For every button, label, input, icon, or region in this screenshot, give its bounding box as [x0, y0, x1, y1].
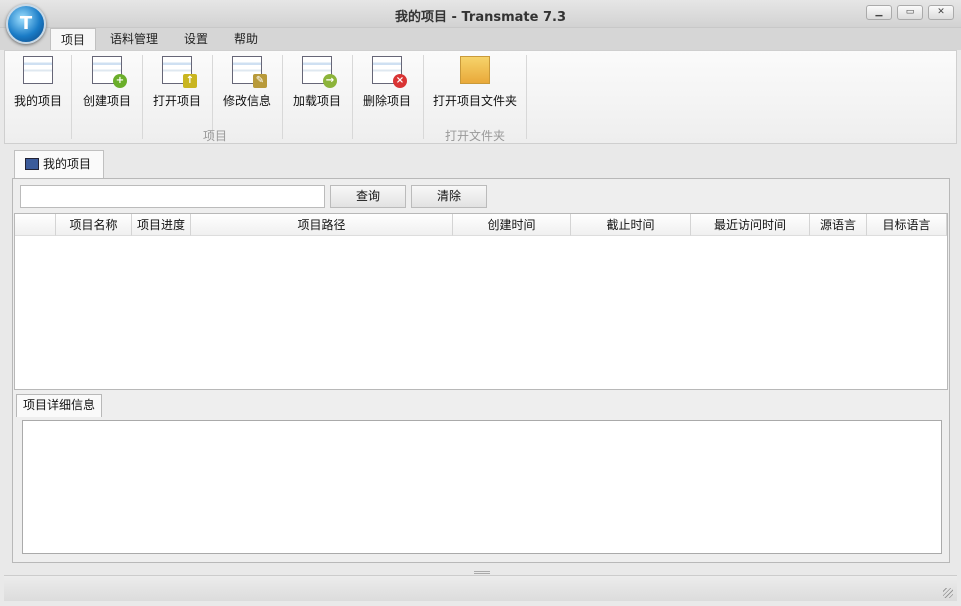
app-logo-button[interactable]: T: [6, 4, 46, 44]
column-header-last-access[interactable]: 最近访问时间: [691, 214, 810, 236]
query-button[interactable]: 查询: [330, 185, 406, 208]
projects-table: 项目名称 项目进度 项目路径 创建时间 截止时间 最近访问时间 源语言 目标语言: [14, 213, 948, 390]
close-button[interactable]: ✕: [928, 5, 954, 20]
tab-settings[interactable]: 设置: [174, 28, 218, 50]
column-header-created[interactable]: 创建时间: [453, 214, 571, 236]
minimize-button[interactable]: ▁: [866, 5, 892, 20]
doc-tab-label: 我的项目: [43, 157, 92, 171]
doc-tab-my-projects[interactable]: 我的项目: [14, 150, 104, 179]
button-label: 打开项目: [152, 94, 201, 108]
button-label: 修改信息: [222, 94, 271, 108]
column-header-name[interactable]: 项目名称: [56, 214, 132, 236]
column-header-progress[interactable]: 项目进度: [132, 214, 191, 236]
divider: [423, 55, 424, 139]
load-project-icon: →: [302, 56, 337, 88]
open-project-folder-button[interactable]: 打开项目文件夹: [425, 53, 525, 119]
clear-button[interactable]: 清除: [411, 185, 487, 208]
tab-corpus[interactable]: 语料管理: [100, 28, 168, 50]
edit-info-icon: ✎: [232, 56, 267, 88]
maximize-button[interactable]: ▭: [897, 5, 923, 20]
tab-project[interactable]: 项目: [50, 28, 97, 50]
open-project-icon: ↑: [162, 56, 197, 88]
column-header-path[interactable]: 项目路径: [191, 214, 453, 236]
column-header-target-lang[interactable]: 目标语言: [867, 214, 947, 236]
project-list-icon: [23, 56, 53, 84]
edit-info-button[interactable]: ✎ 修改信息: [213, 53, 281, 119]
tab-project-details[interactable]: 项目详细信息: [16, 394, 102, 417]
column-header-select[interactable]: [15, 214, 56, 236]
button-label: 删除项目: [362, 94, 411, 108]
search-input[interactable]: [20, 185, 325, 208]
folder-icon: [460, 56, 490, 84]
project-details-box: [22, 420, 942, 554]
window-title: 我的项目 - Transmate 7.3: [395, 10, 566, 25]
group-label-project: 项目: [202, 129, 227, 143]
delete-project-button[interactable]: × 删除项目: [353, 53, 421, 119]
ribbon: 我的项目 + 创建项目 ↑ 打开项目 ✎ 修改信息 → 加载项目 × 删除项目 打开项目文…: [4, 50, 957, 144]
status-bar: [4, 571, 957, 601]
column-header-deadline[interactable]: 截止时间: [571, 214, 691, 236]
button-label: 打开项目文件夹: [432, 94, 517, 108]
button-label: 创建项目: [82, 94, 131, 108]
splitter-handle[interactable]: [474, 571, 490, 574]
menu-tabs: 项目 语料管理 设置 帮助: [0, 28, 961, 50]
load-project-button[interactable]: → 加载项目: [283, 53, 351, 119]
my-projects-button[interactable]: 我的项目: [7, 53, 69, 119]
title-bar: 我的项目 - Transmate 7.3 ▁ ▭ ✕: [0, 0, 961, 28]
open-project-button[interactable]: ↑ 打开项目: [143, 53, 211, 119]
button-label: 加载项目: [292, 94, 341, 108]
create-project-icon: +: [92, 56, 127, 88]
column-header-source-lang[interactable]: 源语言: [810, 214, 867, 236]
project-icon: [25, 158, 39, 170]
tab-help[interactable]: 帮助: [224, 28, 268, 50]
delete-project-icon: ×: [372, 56, 407, 88]
button-label: 我的项目: [13, 94, 62, 108]
create-project-button[interactable]: + 创建项目: [73, 53, 141, 119]
resize-grip-icon[interactable]: [943, 588, 953, 598]
group-label-folder: 打开文件夹: [444, 129, 505, 143]
divider: [526, 55, 527, 139]
